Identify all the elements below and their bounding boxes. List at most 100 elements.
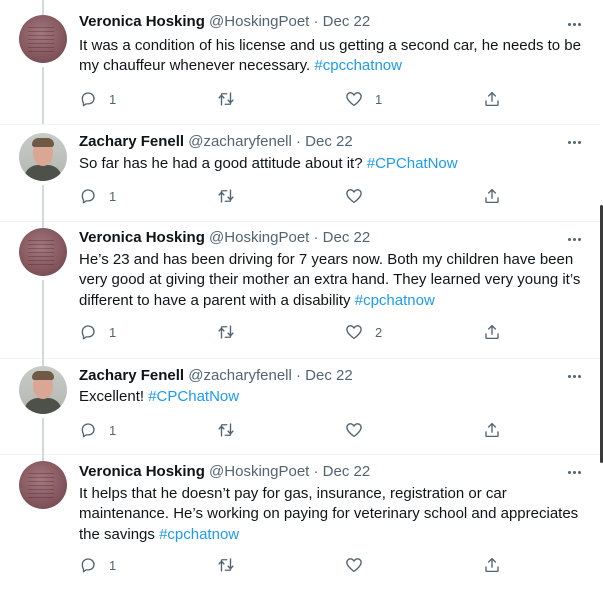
reply-icon	[79, 90, 97, 108]
tweet-body: He’s 23 and has been driving for 7 years…	[79, 251, 581, 309]
tweet-date[interactable]: Dec 22	[305, 133, 353, 150]
tweet[interactable]: Veronica Hosking @HoskingPoet · Dec 22 I…	[0, 0, 600, 125]
avatar[interactable]	[19, 228, 67, 276]
hashtag-link[interactable]: #CPChatNow	[148, 388, 239, 405]
share-icon	[483, 421, 501, 439]
retweet-icon	[217, 421, 235, 439]
tweet[interactable]: Veronica Hosking @HoskingPoet · Dec 22 I…	[0, 454, 600, 591]
tweet-actions: 1	[79, 555, 579, 575]
avatar[interactable]	[19, 461, 67, 509]
tweet[interactable]: Veronica Hosking @HoskingPoet · Dec 22 H…	[0, 221, 600, 359]
retweet-button[interactable]	[217, 555, 247, 575]
reply-icon	[79, 323, 97, 341]
heart-icon	[345, 421, 363, 439]
author-name[interactable]: Veronica Hosking	[79, 463, 205, 480]
separator: ·	[313, 463, 319, 480]
author-name[interactable]: Veronica Hosking	[79, 13, 205, 30]
tweet-header: Zachary Fenell @zacharyfenell · Dec 22	[79, 132, 353, 152]
tweet-text: It helps that he doesn’t pay for gas, in…	[79, 484, 589, 545]
thread-line	[42, 418, 44, 454]
tweet-date[interactable]: Dec 22	[323, 229, 371, 246]
tweet-text: So far has he had a good attitude about …	[79, 154, 589, 174]
retweet-icon	[217, 187, 235, 205]
share-icon	[483, 187, 501, 205]
heart-icon	[345, 187, 363, 205]
heart-icon	[345, 556, 363, 574]
hashtag-link[interactable]: #cpchatnow	[355, 292, 435, 309]
tweet-date[interactable]: Dec 22	[305, 367, 353, 384]
reply-count: 1	[109, 188, 117, 204]
avatar[interactable]	[19, 15, 67, 63]
like-button[interactable]	[345, 186, 375, 206]
author-handle[interactable]: @HoskingPoet	[209, 463, 309, 480]
thread-line	[42, 67, 44, 124]
hashtag-link[interactable]: #cpcchatnow	[314, 57, 402, 74]
tweet-actions: 1 1	[79, 89, 579, 109]
tweet-header: Veronica Hosking @HoskingPoet · Dec 22	[79, 228, 370, 248]
tweet-date[interactable]: Dec 22	[323, 463, 371, 480]
tweet-header: Zachary Fenell @zacharyfenell · Dec 22	[79, 366, 353, 386]
author-name[interactable]: Zachary Fenell	[79, 367, 184, 384]
hashtag-link[interactable]: #CPChatNow	[367, 155, 458, 172]
more-icon[interactable]	[563, 135, 585, 149]
tweet-body: So far has he had a good attitude about …	[79, 155, 363, 172]
thread-line	[42, 280, 44, 358]
separator: ·	[313, 229, 319, 246]
share-button[interactable]	[483, 186, 501, 206]
tweet-actions: 1	[79, 420, 579, 440]
share-button[interactable]	[483, 322, 501, 342]
like-button[interactable]	[345, 420, 375, 440]
author-handle[interactable]: @HoskingPoet	[209, 229, 309, 246]
author-handle[interactable]: @zacharyfenell	[188, 367, 292, 384]
like-count: 2	[375, 324, 383, 340]
hashtag-link[interactable]: #cpchatnow	[159, 526, 239, 543]
separator: ·	[313, 13, 319, 30]
more-icon[interactable]	[563, 232, 585, 246]
tweet[interactable]: Zachary Fenell @zacharyfenell · Dec 22 S…	[0, 124, 600, 222]
more-icon[interactable]	[563, 369, 585, 383]
reply-button[interactable]: 1	[79, 555, 116, 575]
heart-icon	[345, 90, 363, 108]
reply-button[interactable]: 1	[79, 89, 116, 109]
reply-count: 1	[109, 422, 117, 438]
retweet-button[interactable]	[217, 89, 247, 109]
reply-icon	[79, 556, 97, 574]
separator: ·	[296, 133, 301, 150]
author-handle[interactable]: @HoskingPoet	[209, 13, 309, 30]
author-handle[interactable]: @zacharyfenell	[188, 133, 292, 150]
tweet-date[interactable]: Dec 22	[323, 13, 371, 30]
tweet-body: It helps that he doesn’t pay for gas, in…	[79, 485, 579, 543]
tweet-header: Veronica Hosking @HoskingPoet · Dec 22	[79, 462, 370, 482]
separator: ·	[296, 367, 301, 384]
tweet-text: He’s 23 and has been driving for 7 years…	[79, 250, 589, 311]
share-icon	[483, 323, 501, 341]
reply-icon	[79, 187, 97, 205]
retweet-button[interactable]	[217, 322, 247, 342]
like-button[interactable]: 1	[345, 89, 382, 109]
like-button[interactable]	[345, 555, 375, 575]
more-icon[interactable]	[563, 465, 585, 479]
tweet-thread: Veronica Hosking @HoskingPoet · Dec 22 I…	[0, 0, 600, 591]
reply-icon	[79, 421, 97, 439]
author-name[interactable]: Zachary Fenell	[79, 133, 184, 150]
share-button[interactable]	[483, 420, 501, 440]
share-button[interactable]	[483, 89, 501, 109]
reply-button[interactable]: 1	[79, 420, 116, 440]
tweet-actions: 1 2	[79, 322, 579, 342]
thread-line	[42, 221, 44, 228]
avatar[interactable]	[19, 133, 67, 181]
retweet-button[interactable]	[217, 186, 247, 206]
share-icon	[483, 90, 501, 108]
author-name[interactable]: Veronica Hosking	[79, 229, 205, 246]
tweet[interactable]: Zachary Fenell @zacharyfenell · Dec 22 E…	[0, 358, 600, 455]
like-button[interactable]: 2	[345, 322, 382, 342]
retweet-button[interactable]	[217, 420, 247, 440]
share-button[interactable]	[483, 555, 501, 575]
avatar[interactable]	[19, 366, 67, 414]
tweet-text: Excellent! #CPChatNow	[79, 387, 589, 407]
reply-button[interactable]: 1	[79, 322, 116, 342]
more-icon[interactable]	[563, 17, 585, 31]
share-icon	[483, 556, 501, 574]
thread-line	[42, 358, 44, 366]
reply-button[interactable]: 1	[79, 186, 116, 206]
